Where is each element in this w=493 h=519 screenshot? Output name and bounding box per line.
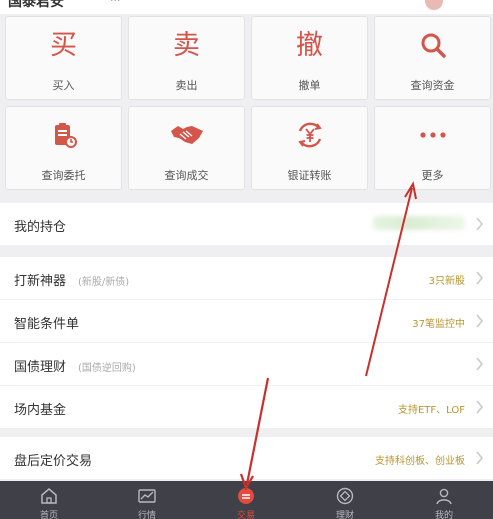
trade-icon: [238, 488, 254, 504]
query-orders-button[interactable]: 查询委托: [5, 106, 122, 190]
more-dots-icon: [375, 117, 490, 153]
bottom-tab-bar: 首页 行情 交易 理财 我的: [0, 481, 493, 519]
my-holdings-label: 我的持仓: [14, 220, 67, 235]
app-title: 国泰君安: [8, 0, 64, 10]
cancel-order-glyph-icon: 撤: [296, 29, 323, 61]
chevron-right-icon: [476, 400, 484, 414]
sell-label: 卖出: [175, 79, 198, 92]
chart-icon: [138, 489, 156, 503]
ipo-tool-value: 3只新股: [428, 276, 465, 287]
app-subtitle: ···: [110, 0, 121, 7]
after-hours-trading-row[interactable]: 盘后定价交易 支持科创板、创业板: [0, 437, 493, 479]
chevron-right-icon: [476, 451, 484, 465]
holdings-value-blurred: [373, 216, 465, 230]
treasury-repo-tag: (国债逆回购): [78, 363, 136, 374]
ipo-tool-row[interactable]: 打新神器 (新股/新债) 3只新股: [0, 257, 493, 299]
exchange-fund-label: 场内基金: [14, 403, 67, 418]
home-icon: [41, 488, 57, 504]
tab-wealth-label: 理财: [335, 511, 354, 519]
ipo-tool-label: 打新神器: [14, 274, 67, 289]
conditional-order-label: 智能条件单: [14, 317, 80, 332]
buy-button[interactable]: 买 买入: [5, 16, 122, 100]
query-trades-label: 查询成交: [164, 169, 209, 182]
chevron-right-icon: [476, 271, 484, 285]
tab-home[interactable]: 首页: [0, 481, 98, 519]
bank-transfer-label: 银证转账: [287, 169, 332, 182]
sell-glyph-icon: 卖: [173, 29, 200, 61]
buy-label: 买入: [52, 79, 75, 92]
yuan-transfer-icon: [252, 117, 367, 153]
after-hours-trading-label: 盘后定价交易: [14, 454, 93, 469]
chevron-right-icon: [476, 357, 484, 371]
tab-market-label: 行情: [137, 511, 156, 519]
tab-trade-label: 交易: [236, 511, 255, 519]
search-icon: [375, 27, 490, 63]
tab-trade[interactable]: 交易: [197, 481, 295, 519]
avatar[interactable]: [425, 0, 443, 10]
more-label: 更多: [421, 169, 444, 182]
tab-wealth[interactable]: 理财: [296, 481, 394, 519]
handshake-icon: [129, 117, 244, 153]
tab-home-label: 首页: [39, 511, 58, 519]
more-button[interactable]: 更多: [374, 106, 491, 190]
app-header: 国泰君安 ···: [0, 0, 493, 14]
wealth-icon: [336, 487, 354, 505]
ipo-tool-tag: (新股/新债): [78, 277, 130, 288]
query-orders-label: 查询委托: [41, 169, 86, 182]
tab-profile-label: 我的: [434, 511, 453, 519]
conditional-order-value: 37笔监控中: [412, 319, 465, 330]
tab-market[interactable]: 行情: [98, 481, 196, 519]
tab-profile[interactable]: 我的: [395, 481, 493, 519]
conditional-order-row[interactable]: 智能条件单 37笔监控中: [0, 300, 493, 342]
query-funds-label: 查询资金: [410, 79, 455, 92]
query-funds-button[interactable]: 查询资金: [374, 16, 491, 100]
buy-glyph-icon: 买: [50, 29, 77, 61]
cancel-order-label: 撤单: [298, 79, 321, 92]
clipboard-icon: [6, 117, 121, 153]
exchange-fund-value: 支持ETF、LOF: [397, 405, 465, 416]
profile-icon: [436, 488, 452, 505]
after-hours-trading-value: 支持科创板、创业板: [375, 456, 465, 467]
chevron-right-icon: [476, 217, 484, 231]
quick-action-grid: 买 买入 卖 卖出 撤 撤单 查询资金 查询委托 查询成交 银证转账 更多: [0, 14, 493, 200]
cancel-order-button[interactable]: 撤 撤单: [251, 16, 368, 100]
my-holdings-row[interactable]: 我的持仓: [0, 203, 493, 245]
bank-transfer-button[interactable]: 银证转账: [251, 106, 368, 190]
sell-button[interactable]: 卖 卖出: [128, 16, 245, 100]
exchange-fund-row[interactable]: 场内基金 支持ETF、LOF: [0, 386, 493, 428]
treasury-repo-row[interactable]: 国债理财 (国债逆回购): [0, 343, 493, 385]
treasury-repo-label: 国债理财: [14, 360, 67, 375]
chevron-right-icon: [476, 314, 484, 328]
query-trades-button[interactable]: 查询成交: [128, 106, 245, 190]
